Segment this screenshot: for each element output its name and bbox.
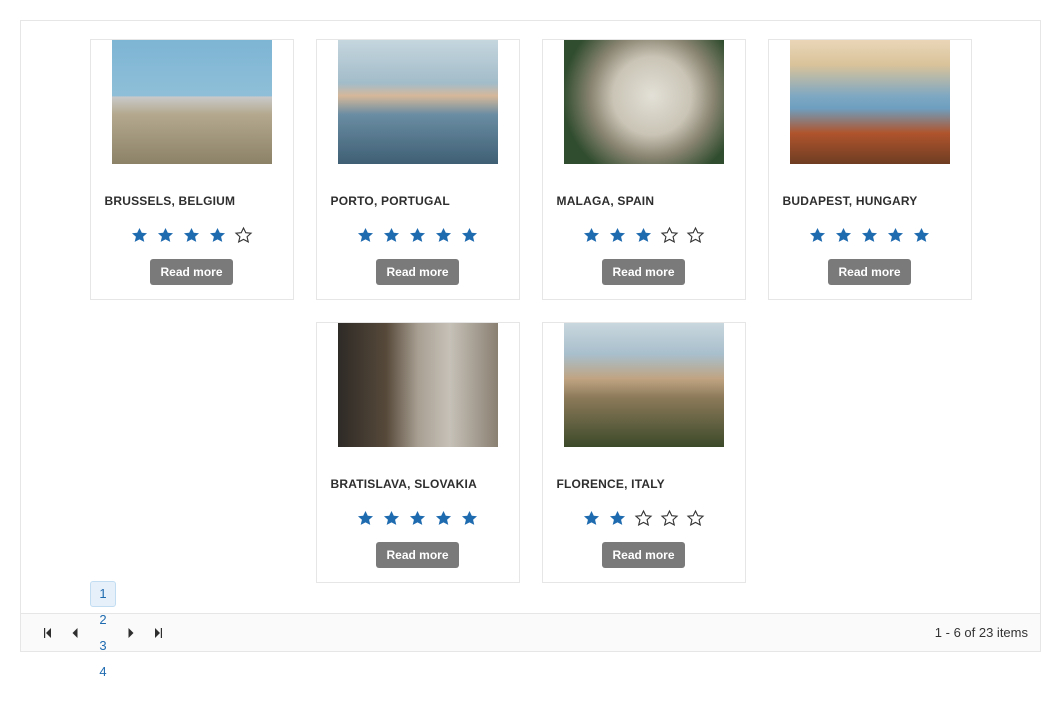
star-icon <box>156 226 175 245</box>
pager-last-icon <box>153 627 165 639</box>
pager-prev-icon <box>69 627 81 639</box>
star-icon <box>460 226 479 245</box>
star-icon <box>434 509 453 528</box>
star-icon <box>886 226 905 245</box>
pager-page-1[interactable]: 1 <box>90 581 116 607</box>
porto-portugal-image <box>338 40 498 164</box>
destination-card: BRATISLAVA, SLOVAKIA Read more <box>316 322 520 585</box>
destination-card: PORTO, PORTUGAL Read more <box>316 39 520 300</box>
destination-title: BRUSSELS, BELGIUM <box>105 194 236 208</box>
rating-stars[interactable] <box>130 226 253 245</box>
star-icon <box>634 509 653 528</box>
pager-first-button[interactable] <box>33 619 61 647</box>
star-icon <box>408 509 427 528</box>
cards-grid: BRUSSELS, BELGIUMRead morePORTO, PORTUGA… <box>21 21 1040 613</box>
star-icon <box>408 226 427 245</box>
star-icon <box>808 226 827 245</box>
malaga-spain-image <box>564 40 724 164</box>
budapest-hungary-image <box>790 40 950 164</box>
star-icon <box>686 226 705 245</box>
pager-last-button[interactable] <box>145 619 173 647</box>
bratislava-slovakia-image <box>338 323 498 447</box>
destination-card: MALAGA, SPAIN Read more <box>542 39 746 300</box>
star-icon <box>686 509 705 528</box>
destination-card: FLORENCE, ITALY Read more <box>542 322 746 585</box>
destination-title: MALAGA, SPAIN <box>557 194 655 208</box>
star-icon <box>860 226 879 245</box>
pager-next-button[interactable] <box>117 619 145 647</box>
star-icon <box>582 226 601 245</box>
rating-stars[interactable] <box>582 226 705 245</box>
star-icon <box>208 226 227 245</box>
pager-first-icon <box>41 627 53 639</box>
star-icon <box>912 226 931 245</box>
brussels-belgium-image <box>112 40 272 164</box>
read-more-button[interactable]: Read more <box>828 259 910 285</box>
destination-card: BUDAPEST, HUNGARY Read more <box>768 39 972 300</box>
star-icon <box>130 226 149 245</box>
listview-panel: BRUSSELS, BELGIUMRead morePORTO, PORTUGA… <box>20 20 1041 652</box>
read-more-button[interactable]: Read more <box>602 542 684 568</box>
pager-next-icon <box>125 627 137 639</box>
star-icon <box>356 509 375 528</box>
destination-title: FLORENCE, ITALY <box>557 477 665 491</box>
pager-info-text: 1 - 6 of 23 items <box>935 625 1028 640</box>
rating-stars[interactable] <box>356 509 479 528</box>
destination-title: PORTO, PORTUGAL <box>331 194 450 208</box>
destination-title: BUDAPEST, HUNGARY <box>783 194 918 208</box>
florence-italy-image <box>564 323 724 447</box>
pager-page-4[interactable]: 4 <box>90 659 116 685</box>
star-icon <box>582 509 601 528</box>
rating-stars[interactable] <box>808 226 931 245</box>
star-icon <box>460 509 479 528</box>
pager-controls: 1234 <box>33 581 173 685</box>
star-icon <box>356 226 375 245</box>
destination-card: BRUSSELS, BELGIUM Read more <box>90 39 294 300</box>
pager-bar: 1234 1 - 6 of 23 items <box>21 613 1040 651</box>
star-icon <box>660 509 679 528</box>
star-icon <box>234 226 253 245</box>
destination-title: BRATISLAVA, SLOVAKIA <box>331 477 477 491</box>
star-icon <box>834 226 853 245</box>
rating-stars[interactable] <box>582 509 705 528</box>
read-more-button[interactable]: Read more <box>376 259 458 285</box>
read-more-button[interactable]: Read more <box>376 542 458 568</box>
read-more-button[interactable]: Read more <box>602 259 684 285</box>
star-icon <box>608 509 627 528</box>
star-icon <box>182 226 201 245</box>
pager-page-3[interactable]: 3 <box>90 633 116 659</box>
pager-page-2[interactable]: 2 <box>90 607 116 633</box>
read-more-button[interactable]: Read more <box>150 259 232 285</box>
pager-pages: 1234 <box>89 581 117 685</box>
star-icon <box>608 226 627 245</box>
star-icon <box>634 226 653 245</box>
rating-stars[interactable] <box>356 226 479 245</box>
star-icon <box>434 226 453 245</box>
star-icon <box>382 509 401 528</box>
pager-prev-button[interactable] <box>61 619 89 647</box>
star-icon <box>382 226 401 245</box>
star-icon <box>660 226 679 245</box>
